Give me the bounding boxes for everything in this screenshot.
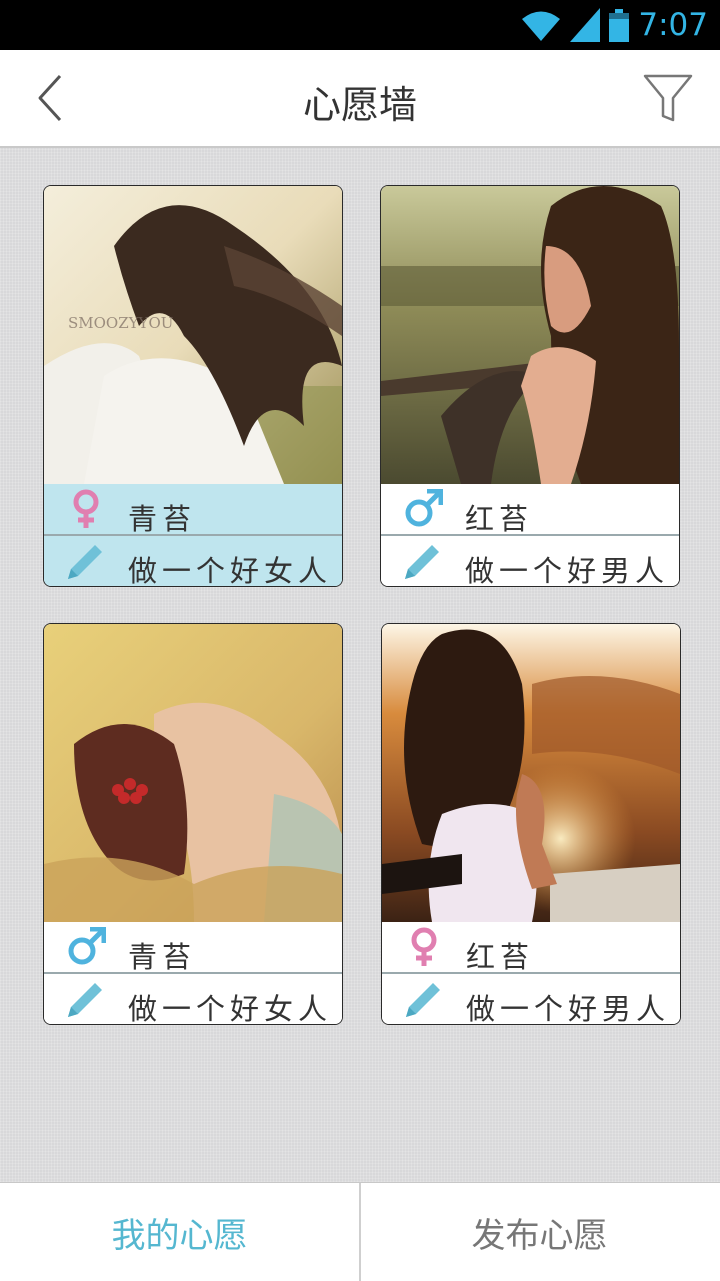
- wish-photo: SMOOZYYOU: [44, 186, 342, 484]
- wish-user-row: 红苔: [381, 484, 679, 536]
- wish-user-row: 青苔: [44, 922, 342, 974]
- wish-card-info: 青苔 做一个好女人: [44, 922, 342, 1024]
- wish-user-name: 青苔: [128, 502, 197, 536]
- wish-text-row: 做一个好女人: [44, 536, 342, 586]
- female-icon: [411, 927, 437, 966]
- wish-card-info: 红苔 做一个好男人: [381, 484, 679, 586]
- signal-icon: [570, 8, 601, 42]
- wish-card[interactable]: 红苔 做一个好男人: [381, 623, 681, 1025]
- pencil-icon: [405, 545, 439, 579]
- header: 心愿墙: [0, 50, 720, 148]
- wish-photo: [381, 186, 679, 484]
- wish-wall-grid: SMOOZYYOU 青苔 做一个好女人 红苔 做一个好男人 青苔 做一个好女人 …: [0, 148, 720, 1182]
- wish-user-row: 红苔: [382, 922, 680, 974]
- wish-card-info: 红苔 做一个好男人: [382, 922, 680, 1024]
- wish-user-row: 青苔: [44, 484, 342, 536]
- filter-icon[interactable]: [642, 72, 694, 124]
- wish-text-row: 做一个好女人: [44, 974, 342, 1024]
- photo-watermark: SMOOZYYOU: [68, 314, 173, 332]
- wish-user-name: 青苔: [128, 940, 197, 974]
- pencil-icon: [406, 983, 440, 1017]
- male-icon: [405, 489, 443, 527]
- wish-text: 做一个好男人: [466, 992, 671, 1025]
- status-time: 7:07: [638, 7, 708, 43]
- wish-text: 做一个好男人: [465, 554, 670, 587]
- wish-user-name: 红苔: [465, 502, 534, 536]
- wish-text: 做一个好女人: [128, 554, 333, 587]
- wish-card[interactable]: 红苔 做一个好男人: [380, 185, 680, 587]
- wish-user-name: 红苔: [466, 940, 535, 974]
- male-icon: [68, 927, 106, 965]
- wish-card-info: 青苔 做一个好女人: [44, 484, 342, 586]
- pencil-icon: [68, 545, 102, 579]
- wish-photo: [382, 624, 680, 922]
- page-title: 心愿墙: [302, 83, 417, 127]
- tab-my-wishes[interactable]: 我的心愿: [0, 1183, 359, 1281]
- wish-card[interactable]: 青苔 做一个好女人: [43, 623, 343, 1025]
- battery-icon: [609, 9, 630, 42]
- bottom-tab-bar: 我的心愿 发布心愿: [0, 1182, 720, 1281]
- female-icon: [73, 489, 99, 528]
- wish-photo: [44, 624, 342, 922]
- tab-publish-wish[interactable]: 发布心愿: [360, 1183, 719, 1281]
- wifi-icon: [522, 11, 561, 41]
- pencil-icon: [68, 983, 102, 1017]
- wish-card[interactable]: SMOOZYYOU 青苔 做一个好女人: [43, 185, 343, 587]
- wish-text: 做一个好女人: [128, 992, 333, 1025]
- wish-text-row: 做一个好男人: [381, 536, 679, 586]
- wish-text-row: 做一个好男人: [382, 974, 680, 1024]
- status-bar: 7:07: [0, 0, 720, 50]
